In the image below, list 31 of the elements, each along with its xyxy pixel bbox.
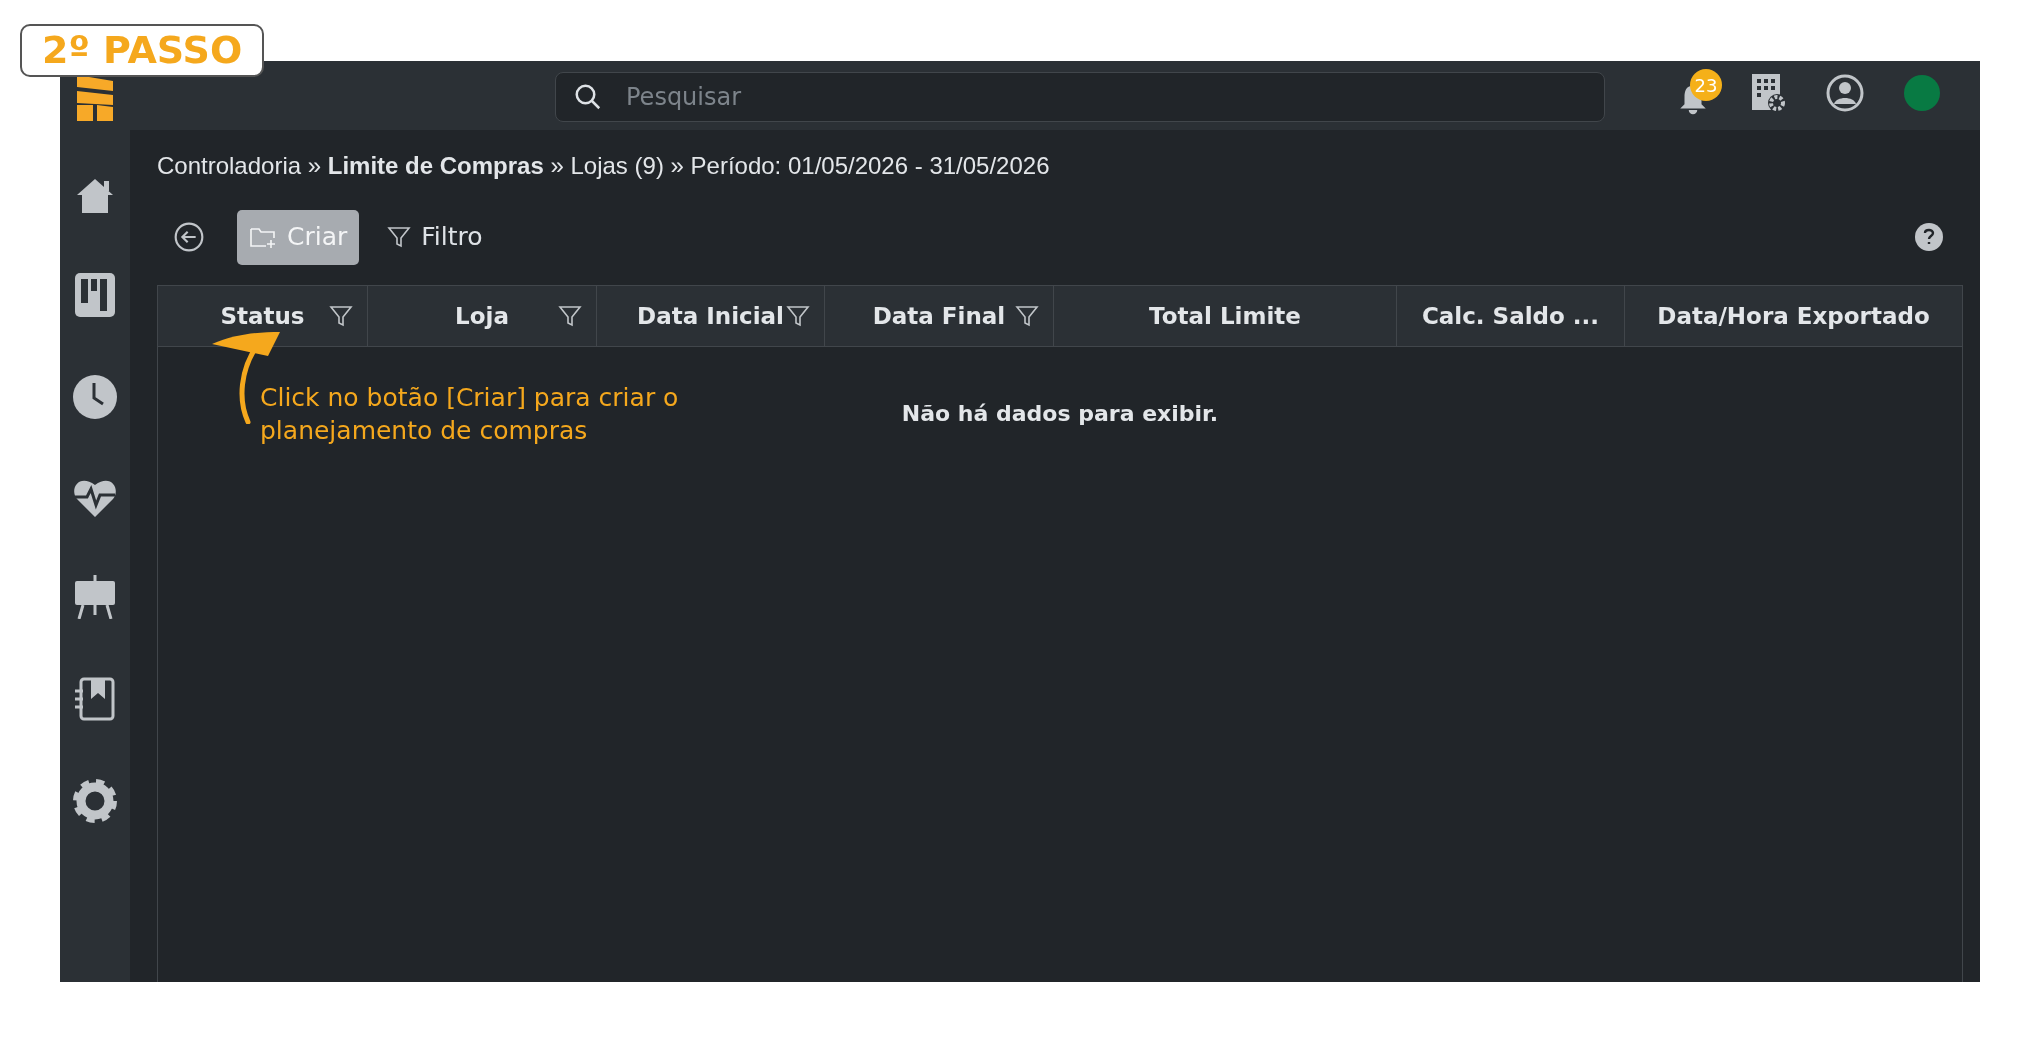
empty-message: Não há dados para exibir. — [901, 400, 1219, 428]
clock-icon[interactable] — [73, 375, 117, 419]
column-header[interactable]: Data Inicial — [637, 298, 784, 334]
logo-icon[interactable] — [75, 75, 115, 121]
column-header[interactable]: Data Final — [872, 298, 1006, 334]
settings-icon[interactable] — [73, 779, 117, 823]
board-icon[interactable] — [75, 273, 115, 317]
filter-icon[interactable] — [329, 304, 353, 328]
notification-count: 23 — [1690, 69, 1722, 101]
filter-button[interactable]: Filtro — [375, 209, 495, 265]
filter-icon[interactable] — [1015, 304, 1039, 328]
notebook-icon[interactable] — [75, 677, 115, 721]
column-header[interactable]: Loja — [455, 298, 509, 334]
folder-plus-icon — [249, 225, 277, 249]
column-header[interactable]: Calc. Saldo ... — [1421, 298, 1600, 334]
search-icon — [573, 82, 603, 112]
back-icon[interactable] — [173, 221, 205, 253]
filter-icon — [387, 225, 412, 249]
column-header[interactable]: Data/Hora Exportado — [1657, 298, 1930, 334]
help-icon[interactable] — [1915, 223, 1943, 251]
filter-icon[interactable] — [786, 304, 810, 328]
step-badge: 2º PASSO — [20, 24, 265, 77]
search-field[interactable]: Pesquisar — [555, 72, 1605, 122]
user-icon[interactable] — [1826, 74, 1864, 112]
column-header[interactable]: Total Limite — [1149, 298, 1301, 334]
column-header[interactable]: Status — [220, 298, 305, 334]
filter-icon[interactable] — [558, 304, 582, 328]
easel-icon[interactable] — [75, 575, 115, 619]
annotation-text: Click no botão [Criar] para criar o planejamento de compras — [260, 382, 680, 447]
building-gear-icon[interactable] — [1752, 74, 1786, 112]
breadcrumb: Controladoria » Limite de Compras » Lojas (9) » Período: 01/05/2026 - 31/05/2026 — [157, 151, 1051, 181]
